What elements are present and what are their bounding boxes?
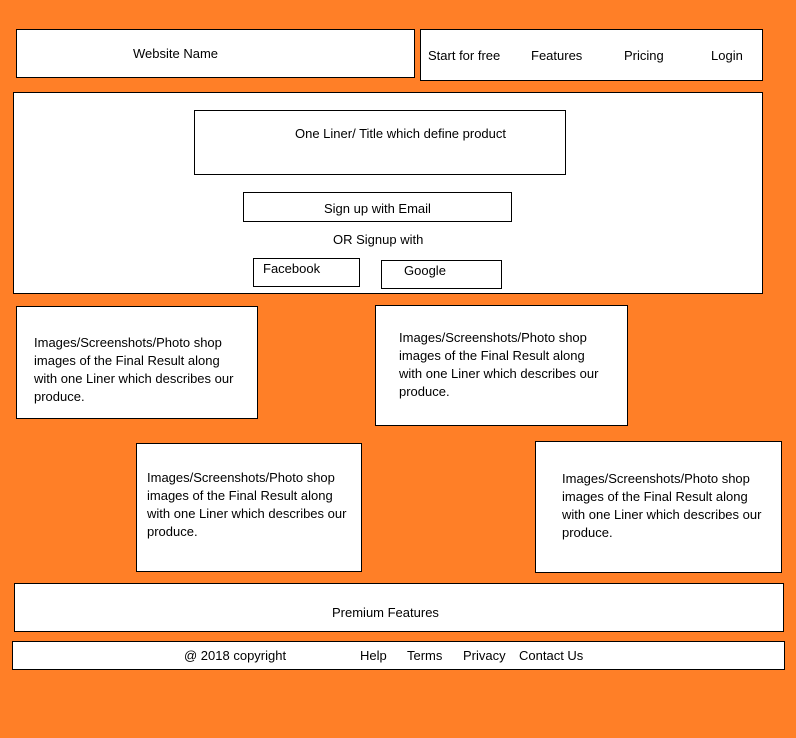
hero-section: One Liner/ Title which define product Si…: [13, 92, 763, 294]
footer: @ 2018 copyright Help Terms Privacy Cont…: [12, 641, 785, 670]
top-nav: Start for free Features Pricing Login: [420, 29, 763, 81]
hero-title: One Liner/ Title which define product: [295, 126, 507, 141]
footer-link-terms[interactable]: Terms: [407, 648, 442, 663]
nav-start-for-free[interactable]: Start for free: [428, 48, 500, 63]
footer-link-privacy[interactable]: Privacy: [463, 648, 506, 663]
signup-email-button[interactable]: Sign up with Email: [243, 192, 512, 222]
showcase-card-text: Images/Screenshots/Photo shop images of …: [34, 335, 234, 404]
premium-features-section[interactable]: Premium Features: [14, 583, 784, 632]
google-signup-button[interactable]: Google: [381, 260, 502, 289]
showcase-card: Images/Screenshots/Photo shop images of …: [375, 305, 628, 426]
facebook-signup-button[interactable]: Facebook: [253, 258, 360, 287]
or-signup-text: OR Signup with: [333, 232, 424, 247]
nav-features[interactable]: Features: [531, 48, 582, 63]
footer-copyright: @ 2018 copyright: [184, 648, 287, 663]
showcase-card: Images/Screenshots/Photo shop images of …: [16, 306, 258, 419]
site-name-box: Website Name: [16, 29, 415, 78]
site-name: Website Name: [133, 46, 219, 61]
facebook-label: Facebook: [263, 261, 321, 276]
footer-link-help[interactable]: Help: [360, 648, 387, 663]
showcase-card-text: Images/Screenshots/Photo shop images of …: [562, 471, 762, 540]
premium-features-label: Premium Features: [332, 605, 439, 620]
showcase-card: Images/Screenshots/Photo shop images of …: [535, 441, 782, 573]
hero-title-box: One Liner/ Title which define product: [194, 110, 566, 175]
signup-email-label: Sign up with Email: [324, 201, 431, 216]
showcase-card-text: Images/Screenshots/Photo shop images of …: [147, 470, 347, 539]
google-label: Google: [404, 263, 446, 278]
showcase-card: Images/Screenshots/Photo shop images of …: [136, 443, 362, 572]
showcase-card-text: Images/Screenshots/Photo shop images of …: [399, 330, 599, 399]
footer-link-contact[interactable]: Contact Us: [519, 648, 583, 663]
nav-login[interactable]: Login: [711, 48, 743, 63]
nav-pricing[interactable]: Pricing: [624, 48, 664, 63]
